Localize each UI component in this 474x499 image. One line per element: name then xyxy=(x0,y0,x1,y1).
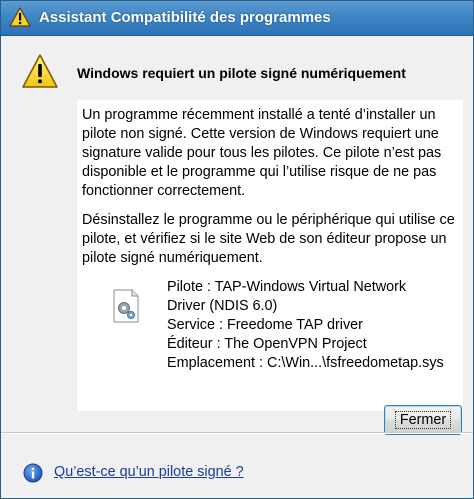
compatibility-assistant-window: Assistant Compatibilité des programmes W… xyxy=(0,0,474,499)
signed-driver-help-link[interactable]: Qu’est-ce qu’un pilote signé ? xyxy=(54,464,244,480)
close-button-label: Fermer xyxy=(394,411,452,429)
service-line: Service : Freedome TAP driver xyxy=(167,317,363,333)
dialog-content: Windows requiert un pilote signé numériq… xyxy=(7,37,467,457)
title-bar[interactable]: Assistant Compatibilité des programmes xyxy=(1,1,473,36)
close-button[interactable]: Fermer xyxy=(384,405,462,435)
publisher-line: Éditeur : The OpenVPN Project xyxy=(167,336,367,352)
driver-name-line: Driver (NDIS 6.0) xyxy=(167,298,278,314)
message-paragraph: Un programme récemment installé a tenté … xyxy=(82,107,442,199)
warning-icon xyxy=(9,7,31,27)
driver-name-line: Pilote : TAP-Windows Virtual Network xyxy=(167,279,407,295)
driver-details: Pilote : TAP-Windows Virtual Network Dri… xyxy=(167,278,444,373)
message-panel: Un programme récemment installé a tenté … xyxy=(77,100,463,411)
location-line: Emplacement : C:\Win...\fsfreedometap.sy… xyxy=(167,355,444,371)
dialog-footer: Qu’est-ce qu’un pilote signé ? xyxy=(1,447,473,498)
warning-icon xyxy=(22,54,58,88)
window-title: Assistant Compatibilité des programmes xyxy=(39,9,331,26)
footer-divider xyxy=(1,432,473,434)
message-paragraph: Désinstallez le programme ou le périphér… xyxy=(82,212,455,266)
driver-file-icon xyxy=(113,289,139,323)
info-icon xyxy=(23,463,43,483)
dialog-heading: Windows requiert un pilote signé numériq… xyxy=(77,65,406,81)
